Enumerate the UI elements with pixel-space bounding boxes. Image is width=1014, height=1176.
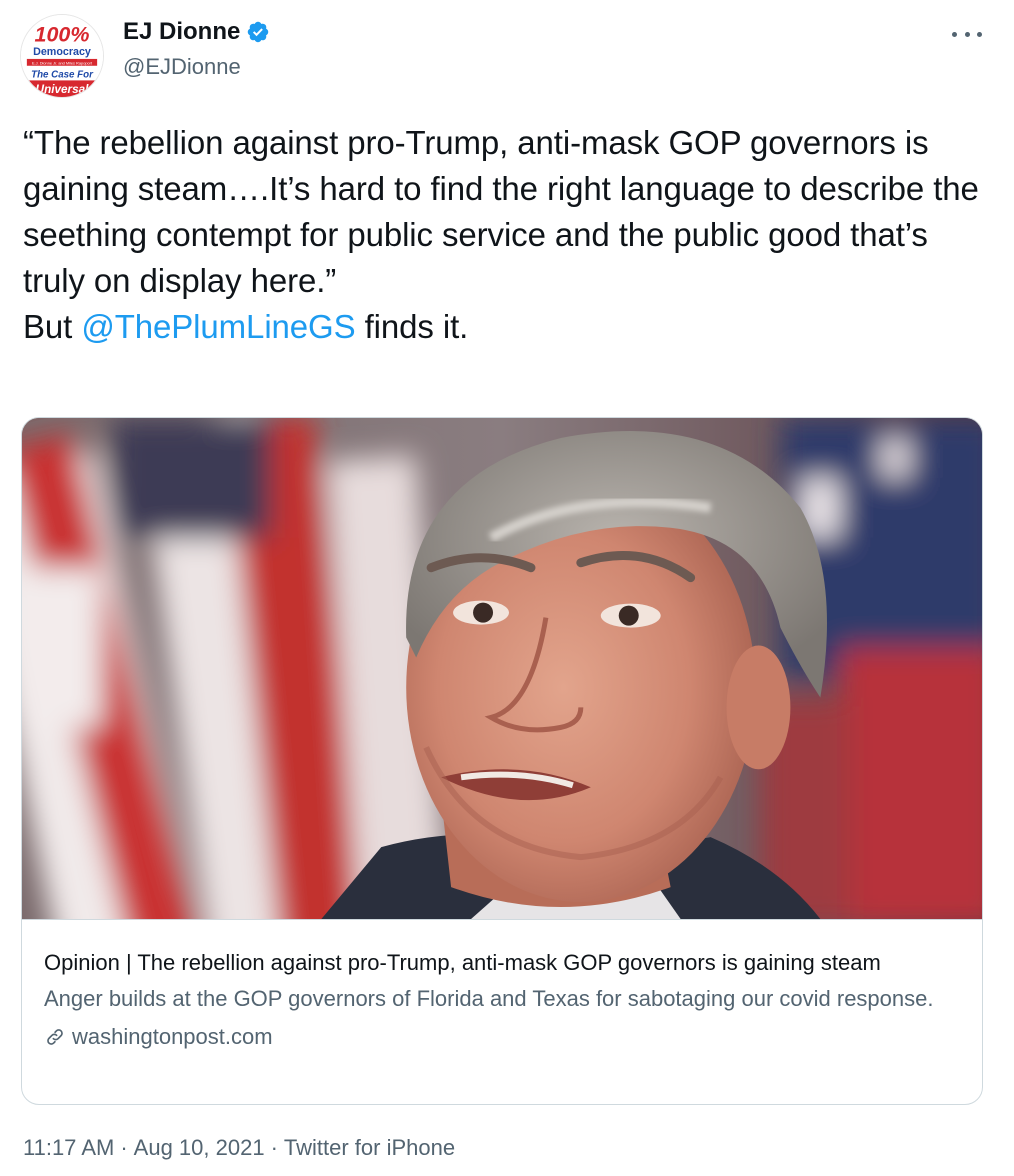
footer-separator: · [270, 1135, 278, 1160]
card-title: Opinion | The rebellion against pro-Trum… [44, 950, 881, 975]
card-description: Anger builds at the GOP governors of Flo… [44, 986, 934, 1011]
link-card[interactable]: Opinion | The rebellion against pro-Trum… [21, 417, 983, 1105]
more-options-icon[interactable] [952, 24, 982, 44]
tweet-date[interactable]: Aug 10, 2021 [134, 1135, 265, 1161]
tweet-text-suffix: finds it. [355, 308, 469, 345]
tweet-source[interactable]: Twitter for iPhone [284, 1135, 455, 1161]
tweet: 100% Democracy E.J. Dionne Jr. and Miles… [0, 0, 1014, 1176]
author-handle[interactable]: @EJDionne [123, 54, 241, 80]
tweet-time[interactable]: 11:17 AM [23, 1135, 114, 1161]
display-name[interactable]: EJ Dionne [123, 18, 240, 46]
tweet-paragraph-2: But @ThePlumLineGS finds it. [23, 304, 993, 350]
avatar-text-3: E.J. Dionne Jr. and Miles Rapoport [32, 60, 93, 65]
card-meta: Opinion | The rebellion against pro-Trum… [22, 920, 982, 1050]
tweet-text: “The rebellion against pro-Trump, anti-m… [23, 120, 993, 350]
avatar-text-4: The Case For [31, 69, 94, 80]
footer-separator: · [120, 1135, 128, 1160]
author-name-row[interactable]: EJ Dionne [123, 18, 270, 46]
avatar-image: 100% Democracy E.J. Dionne Jr. and Miles… [21, 15, 103, 97]
verified-badge-icon [246, 20, 270, 44]
card-domain: washingtonpost.com [72, 1024, 273, 1049]
mention-link[interactable]: @ThePlumLineGS [81, 308, 355, 345]
card-domain-row: washingtonpost.com [44, 1024, 960, 1050]
card-photo [22, 418, 982, 919]
avatar-text-2: Democracy [33, 46, 91, 58]
avatar-text-1: 100% [35, 22, 90, 46]
tweet-paragraph-1: “The rebellion against pro-Trump, anti-m… [23, 124, 979, 299]
tweet-text-prefix: But [23, 308, 82, 345]
tweet-footer: 11:17 AM · Aug 10, 2021 · Twitter for iP… [23, 1135, 455, 1161]
avatar-text-5: Universal [36, 83, 89, 96]
avatar[interactable]: 100% Democracy E.J. Dionne Jr. and Miles… [20, 14, 104, 98]
link-icon [44, 1026, 66, 1048]
card-image[interactable] [22, 418, 982, 920]
